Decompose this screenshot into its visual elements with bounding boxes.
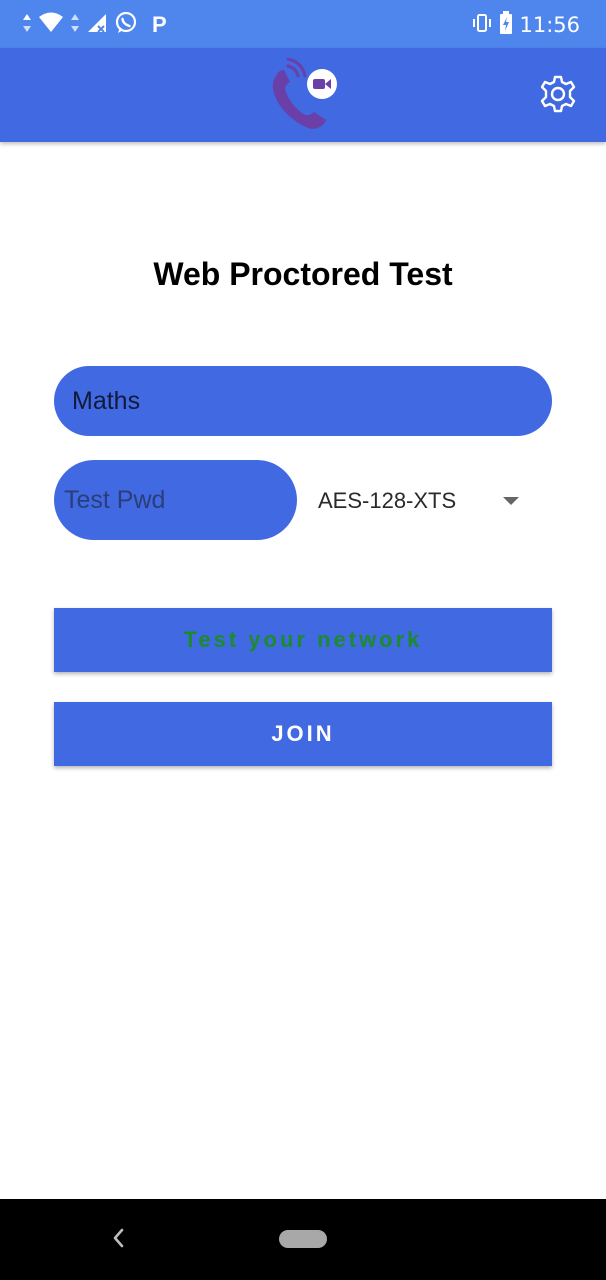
- gear-icon: [538, 74, 578, 119]
- status-icons-right: 11:56: [471, 10, 580, 40]
- subject-field[interactable]: Maths: [54, 366, 552, 436]
- wifi-icon: [38, 12, 64, 39]
- home-pill-icon[interactable]: [279, 1230, 327, 1248]
- encryption-selected-value: AES-128-XTS: [318, 488, 457, 513]
- page-title: Web Proctored Test: [153, 256, 453, 292]
- status-icons-left: P: [22, 10, 167, 40]
- dropdown-arrow-icon: [503, 497, 519, 505]
- test-network-button[interactable]: Test your network: [54, 608, 552, 672]
- p-app-icon: P: [152, 12, 167, 37]
- video-call-logo-icon: [262, 57, 342, 134]
- encryption-dropdown[interactable]: AES-128-XTS: [306, 470, 536, 532]
- settings-button[interactable]: [534, 72, 582, 120]
- back-chevron-icon: [111, 1227, 125, 1254]
- vibrate-icon: [471, 12, 493, 39]
- data-arrows-icon: [70, 12, 80, 39]
- whatsapp-icon: [114, 11, 138, 40]
- data-arrows-icon: [22, 12, 32, 39]
- back-button[interactable]: [104, 1223, 132, 1257]
- battery-icon: [499, 10, 513, 40]
- status-time: 11:56: [519, 13, 580, 37]
- navigation-bar: [0, 1199, 606, 1280]
- app-bar: [0, 48, 606, 142]
- signal-icon: [86, 12, 108, 39]
- test-password-input[interactable]: [54, 460, 297, 540]
- status-bar: P 11:56: [0, 0, 606, 48]
- join-button[interactable]: JOIN: [54, 702, 552, 766]
